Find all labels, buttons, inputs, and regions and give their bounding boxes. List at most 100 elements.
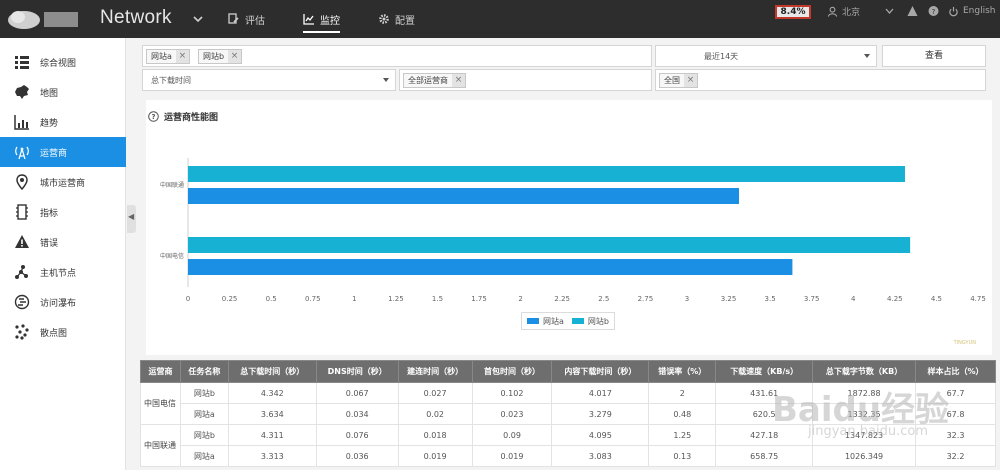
isp-chip-label: 全部运营商 bbox=[408, 76, 448, 85]
region-multiselect[interactable]: 全国 × bbox=[655, 69, 986, 91]
x-tick-label: 1.25 bbox=[388, 295, 404, 303]
sidebar-item-trend[interactable]: 趋势 bbox=[0, 107, 126, 137]
sidebar-item-errors[interactable]: 错误 bbox=[0, 227, 126, 257]
help-icon[interactable]: ? bbox=[928, 4, 939, 18]
category-label: 中国电信 bbox=[160, 252, 184, 260]
metric-value: 总下载时间 bbox=[151, 76, 191, 85]
sidebar-item-city-isp[interactable]: 城市运营商 bbox=[0, 167, 126, 197]
sidebar-item-map[interactable]: 地图 bbox=[0, 77, 126, 107]
sidebar-item-waterfall[interactable]: 访问瀑布 bbox=[0, 287, 126, 317]
isp-performance-panel: 中国联通 中国电信 0 0.25 0.5 0.75 1 1.25 1.5 1.75 2 2.25 2.5… bbox=[146, 100, 992, 355]
x-tick-label: 4.75 bbox=[970, 295, 986, 303]
legend-swatch-site-a[interactable] bbox=[527, 318, 539, 324]
nav-evaluate[interactable]: 评估 bbox=[228, 0, 265, 38]
date-range-select[interactable]: 最近14天 bbox=[655, 45, 877, 67]
svg-text:?: ? bbox=[151, 113, 155, 121]
x-tick-label: 3.25 bbox=[721, 295, 737, 303]
nav-monitor-label: 监控 bbox=[320, 15, 340, 27]
table-cell: 网站b bbox=[179, 424, 229, 446]
x-tick-label: 2.25 bbox=[554, 295, 570, 303]
sidebar-item-overview[interactable]: 综合视图 bbox=[0, 47, 126, 77]
x-tick-label: 3.5 bbox=[765, 295, 776, 303]
sidebar-item-host-nodes[interactable]: 主机节点 bbox=[0, 257, 126, 287]
category-label: 中国联通 bbox=[160, 181, 184, 189]
sidebar-item-isp[interactable]: 运营商 bbox=[0, 137, 126, 167]
china-map-icon bbox=[15, 85, 29, 99]
col-header-total-bytes[interactable]: 总下载字节数（KB） bbox=[812, 360, 916, 383]
trend-icon bbox=[14, 115, 29, 130]
table-cell: 0.019 bbox=[397, 445, 473, 467]
nav-monitor[interactable]: 监控 bbox=[303, 0, 340, 38]
col-header-dns-time[interactable]: DNS时间（秒） bbox=[315, 360, 399, 383]
bar-site-a bbox=[188, 259, 793, 275]
col-header-content-time[interactable]: 内容下载时间（秒） bbox=[551, 360, 650, 383]
query-button[interactable]: 查看 bbox=[882, 45, 986, 67]
sidebar: 综合视图 地图 趋势 运营商 城市运营商 指标 错误 主机节点 访问瀑布 散点图 bbox=[0, 38, 126, 470]
col-header-error-rate[interactable]: 错误率（%） bbox=[648, 360, 717, 383]
help-icon[interactable]: ? bbox=[148, 111, 159, 122]
chevron-left-icon: ◀ bbox=[128, 212, 135, 221]
col-header-task[interactable]: 任务名称 bbox=[179, 360, 229, 383]
col-header-sample-ratio[interactable]: 样本占比（%） bbox=[915, 360, 996, 383]
x-tick-label: 3.75 bbox=[804, 295, 820, 303]
scatter-icon bbox=[15, 324, 29, 340]
table-cell: 4.342 bbox=[227, 382, 317, 404]
remove-chip-button[interactable]: × bbox=[452, 74, 465, 87]
sidebar-item-label: 主机节点 bbox=[40, 268, 77, 279]
remove-chip-button[interactable]: × bbox=[175, 50, 189, 63]
x-tick-label: 2.5 bbox=[598, 295, 609, 303]
kpi-badge[interactable]: 8.4% bbox=[775, 5, 811, 19]
location-pin-icon bbox=[16, 174, 28, 190]
product-name: Network bbox=[100, 7, 172, 28]
sidebar-item-label: 散点图 bbox=[40, 328, 68, 339]
site-multiselect[interactable]: 网站a × 网站b × bbox=[142, 45, 652, 67]
table-cell: 0.13 bbox=[648, 445, 717, 467]
col-header-connect-time[interactable]: 建连时间（秒） bbox=[397, 360, 473, 383]
x-tick-label: 4.5 bbox=[931, 295, 942, 303]
chevron-down-icon[interactable] bbox=[192, 13, 204, 25]
table-cell: 3.279 bbox=[551, 403, 650, 425]
sidebar-item-indicator[interactable]: 指标 bbox=[0, 197, 126, 227]
legend-item-site-b[interactable]: 网站b bbox=[588, 316, 609, 327]
panel-title: ? 运营商性能图 bbox=[148, 110, 218, 123]
language-switch[interactable]: English bbox=[948, 4, 996, 18]
col-header-speed[interactable]: 下载速度（KB/s） bbox=[715, 360, 814, 383]
remove-chip-button[interactable]: × bbox=[684, 74, 697, 87]
isp-multiselect[interactable]: 全部运营商 × bbox=[399, 69, 652, 91]
power-icon bbox=[949, 6, 958, 16]
indicator-icon bbox=[16, 204, 28, 220]
chevron-down-icon[interactable] bbox=[885, 4, 894, 18]
col-header-isp[interactable]: 运营商 bbox=[140, 360, 181, 383]
company-logo[interactable] bbox=[6, 6, 82, 32]
legend-swatch-site-b[interactable] bbox=[571, 318, 584, 324]
table-cell: 0.102 bbox=[471, 382, 553, 404]
region-chip: 全国 × bbox=[659, 73, 698, 88]
isp-cell: 中国电信 bbox=[140, 382, 181, 425]
remove-chip-button[interactable]: × bbox=[228, 50, 242, 63]
isp-cell: 中国联通 bbox=[140, 424, 181, 467]
legend-item-site-a[interactable]: 网站a bbox=[543, 316, 564, 327]
sidebar-item-label: 地图 bbox=[40, 88, 59, 99]
x-tick-label: 2 bbox=[518, 295, 522, 303]
x-tick-label: 0 bbox=[186, 295, 190, 303]
x-tick-label: 1 bbox=[352, 295, 356, 303]
evaluate-icon bbox=[228, 13, 239, 24]
metric-select[interactable]: 总下载时间 bbox=[142, 69, 396, 91]
language-label: English bbox=[963, 6, 996, 16]
table-cell: 0.02 bbox=[397, 403, 473, 425]
warning-icon bbox=[15, 235, 29, 248]
nav-config[interactable]: 配置 bbox=[378, 0, 415, 38]
sidebar-collapse-toggle[interactable]: ◀ bbox=[127, 205, 136, 233]
table-cell: 0.018 bbox=[397, 424, 473, 446]
col-header-first-byte[interactable]: 首包时间（秒） bbox=[471, 360, 553, 383]
bar-site-b bbox=[188, 237, 911, 253]
location-selector[interactable]: 北京 bbox=[827, 4, 860, 18]
site-chip: 网站a × bbox=[146, 49, 190, 64]
table-cell: 4.095 bbox=[551, 424, 650, 446]
baidu-watermark-url: jingyan.baidu.com bbox=[808, 424, 928, 439]
table-cell: 0.023 bbox=[471, 403, 553, 425]
table-cell: 658.75 bbox=[715, 445, 814, 467]
alert-icon[interactable] bbox=[907, 4, 918, 18]
col-header-total-time[interactable]: 总下载时间（秒） bbox=[227, 360, 317, 383]
sidebar-item-scatter[interactable]: 散点图 bbox=[0, 317, 126, 347]
